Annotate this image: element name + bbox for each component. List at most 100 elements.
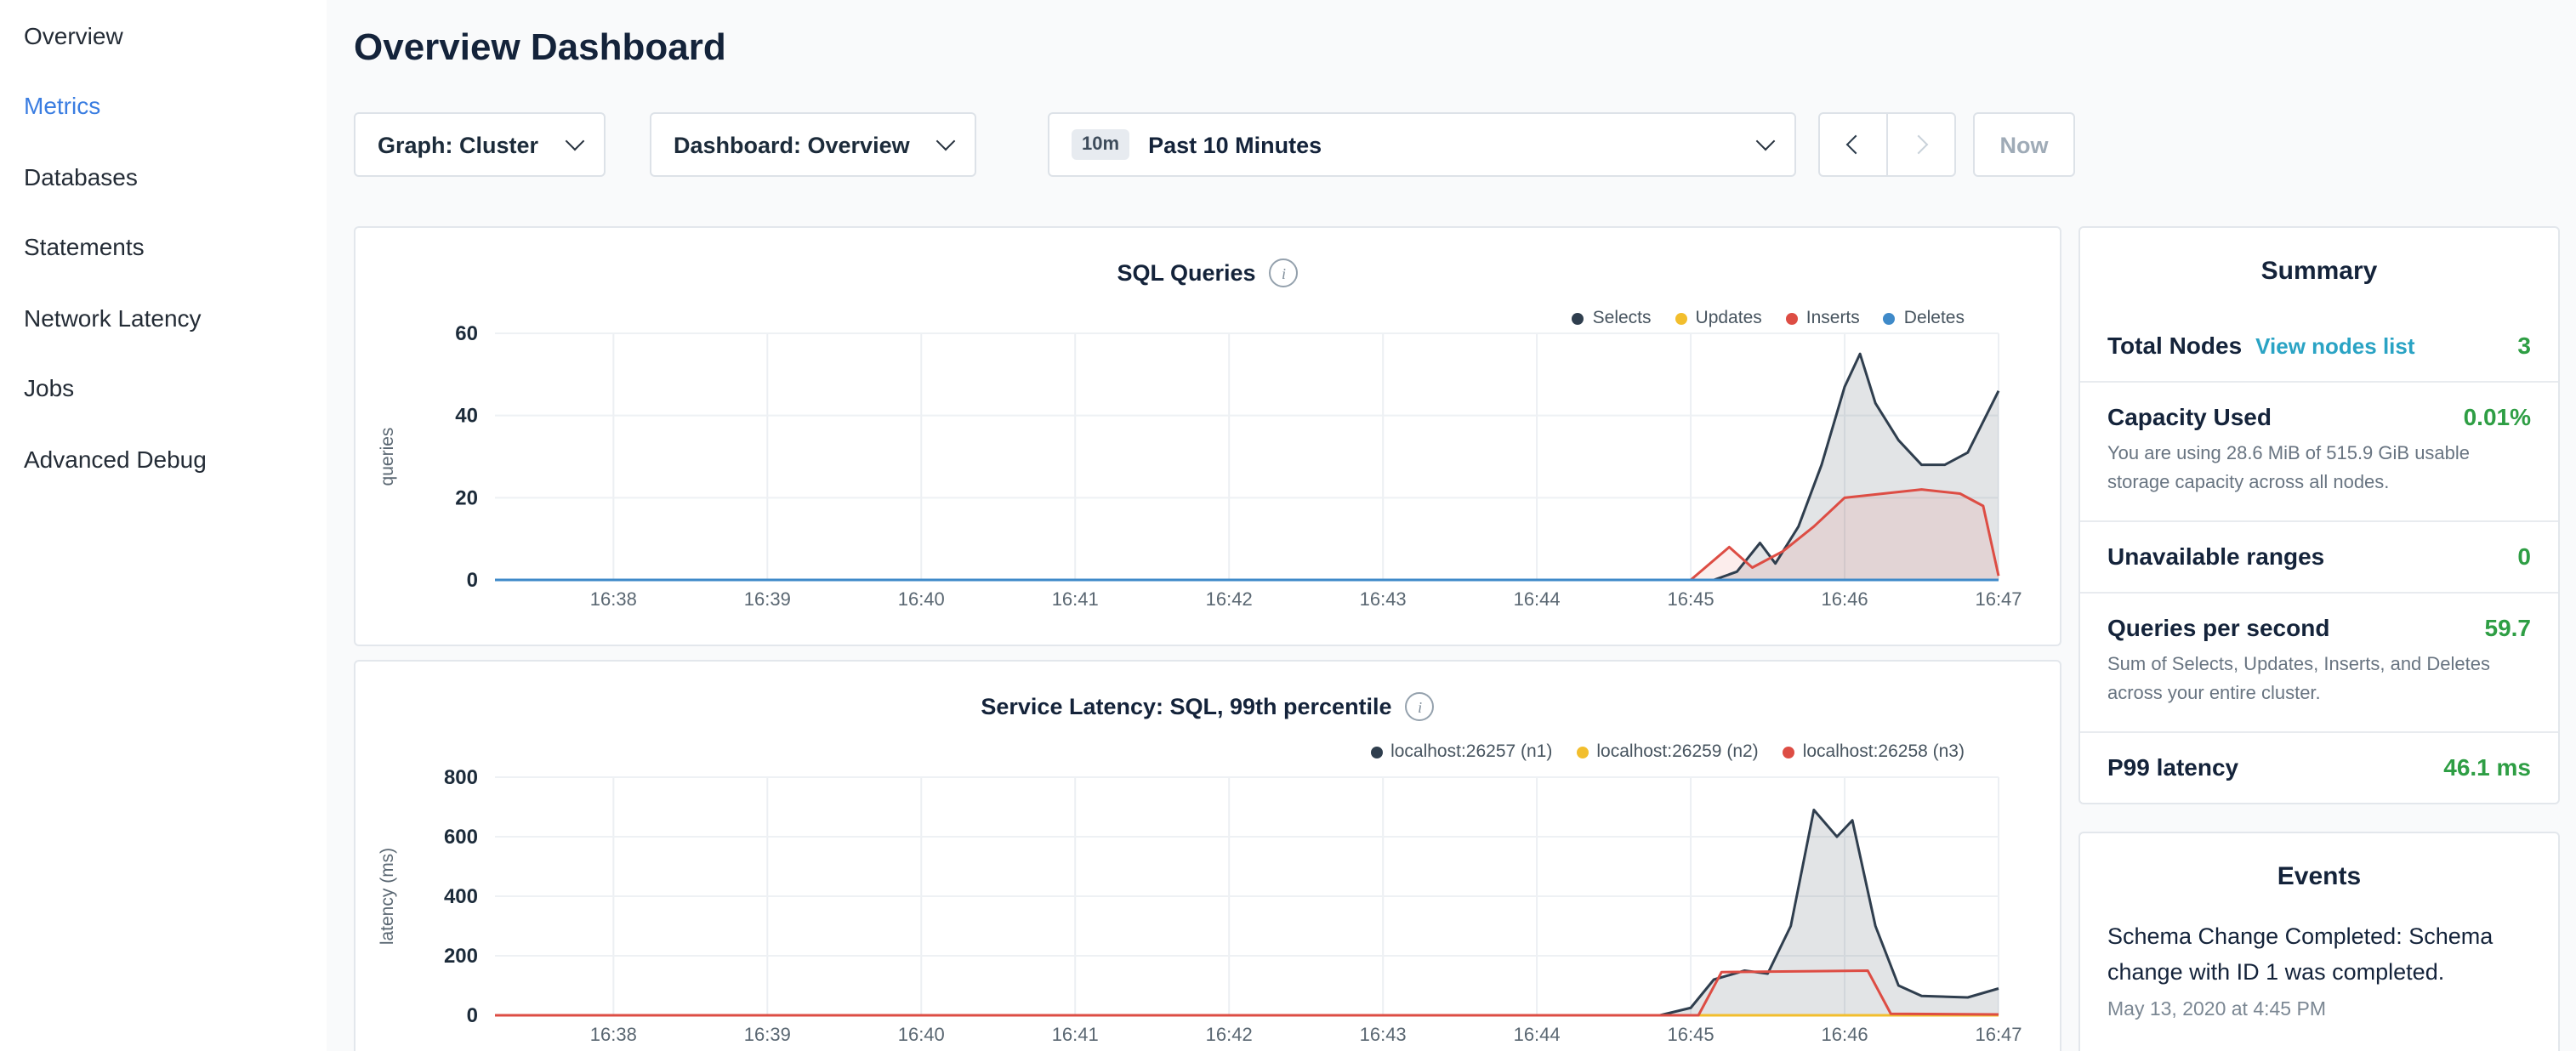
- svg-text:16:43: 16:43: [1360, 1024, 1407, 1045]
- legend-dot-icon: [1675, 312, 1687, 324]
- sidebar-item-overview[interactable]: Overview: [0, 0, 327, 71]
- summary-label: Capacity Used: [2107, 403, 2272, 430]
- svg-text:16:41: 16:41: [1052, 1024, 1099, 1045]
- time-step-buttons: [1818, 112, 1956, 177]
- svg-text:16:38: 16:38: [590, 588, 637, 610]
- info-icon[interactable]: i: [1406, 692, 1435, 721]
- svg-text:16:44: 16:44: [1514, 588, 1561, 610]
- svg-text:16:46: 16:46: [1822, 1024, 1868, 1045]
- svg-text:16:40: 16:40: [898, 588, 945, 610]
- summary-row-total-nodes: Total Nodes View nodes list 3: [2080, 311, 2558, 381]
- graph-scope-dropdown[interactable]: Graph: Cluster: [354, 112, 606, 177]
- summary-value: 3: [2517, 332, 2531, 359]
- chevron-left-icon: [1846, 135, 1866, 155]
- summary-value: 59.7: [2485, 614, 2532, 641]
- svg-text:800: 800: [444, 766, 478, 789]
- sidebar-item-network-latency[interactable]: Network Latency: [0, 282, 327, 353]
- sidebar-item-jobs[interactable]: Jobs: [0, 353, 327, 423]
- summary-label: P99 latency: [2107, 753, 2238, 781]
- event-item[interactable]: Schema Change Completed: Schema change w…: [2080, 917, 2558, 1020]
- summary-row-capacity-used: Capacity Used 0.01% You are using 28.6 M…: [2080, 383, 2558, 520]
- summary-label: Queries per second: [2107, 614, 2329, 641]
- service-latency-chart-canvas[interactable]: 16:3816:3916:4016:4116:4216:4316:4416:45…: [355, 757, 2063, 1051]
- svg-text:60: 60: [455, 323, 478, 345]
- svg-text:0: 0: [467, 1004, 478, 1027]
- chart-title: SQL Queries: [1117, 260, 1255, 286]
- info-icon[interactable]: i: [1270, 258, 1299, 287]
- svg-text:16:38: 16:38: [590, 1024, 637, 1045]
- page-title: Overview Dashboard: [354, 26, 2072, 70]
- sql-queries-chart-canvas[interactable]: 16:38 16:39 16:40 16:41 16:42 16:43 16:44 16:45…: [355, 323, 2063, 648]
- summary-label: Total Nodes: [2107, 332, 2242, 359]
- chevron-down-icon: [566, 132, 585, 151]
- chevron-right-icon: [1909, 135, 1929, 155]
- svg-text:200: 200: [444, 945, 478, 968]
- time-back-button[interactable]: [1818, 112, 1888, 177]
- svg-text:latency (ms): latency (ms): [378, 848, 397, 945]
- time-range-badge: 10m: [1072, 129, 1129, 160]
- svg-text:600: 600: [444, 826, 478, 849]
- legend-dot-icon: [1370, 746, 1382, 758]
- chart-title-row: SQL Queries i: [355, 228, 2060, 287]
- event-timestamp: May 13, 2020 at 4:45 PM: [2080, 991, 2558, 1020]
- svg-text:0: 0: [467, 569, 478, 592]
- summary-value: 46.1 ms: [2443, 753, 2531, 781]
- svg-text:16:43: 16:43: [1360, 588, 1407, 610]
- summary-value: 0.01%: [2464, 403, 2531, 430]
- svg-text:16:39: 16:39: [744, 1024, 791, 1045]
- summary-title: Summary: [2080, 228, 2558, 311]
- events-title: Events: [2080, 833, 2558, 917]
- graph-scope-dropdown-label: Graph: Cluster: [378, 132, 538, 157]
- legend-dot-icon: [1576, 746, 1588, 758]
- app-root: Overview Metrics Databases Statements Ne…: [0, 0, 2576, 1051]
- svg-text:400: 400: [444, 885, 478, 908]
- summary-description: You are using 28.6 MiB of 515.9 GiB usab…: [2107, 440, 2531, 498]
- svg-text:16:44: 16:44: [1514, 1024, 1561, 1045]
- svg-text:16:47: 16:47: [1975, 1024, 2022, 1045]
- dashboard-dropdown[interactable]: Dashboard: Overview: [650, 112, 976, 177]
- svg-text:16:40: 16:40: [898, 1024, 945, 1045]
- svg-text:queries: queries: [378, 428, 397, 486]
- time-forward-button[interactable]: [1886, 112, 1956, 177]
- right-column: Summary Total Nodes View nodes list 3 Ca…: [2078, 226, 2560, 1051]
- time-window-selector[interactable]: 10m Past 10 Minutes: [1048, 112, 1796, 177]
- svg-text:16:39: 16:39: [744, 588, 791, 610]
- summary-panel: Summary Total Nodes View nodes list 3 Ca…: [2078, 226, 2560, 804]
- chevron-down-icon: [936, 132, 956, 151]
- summary-row-unavailable-ranges: Unavailable ranges 0: [2080, 522, 2558, 592]
- svg-text:16:45: 16:45: [1668, 588, 1714, 610]
- svg-text:16:42: 16:42: [1206, 588, 1253, 610]
- chart-title-row: Service Latency: SQL, 99th percentile i: [355, 662, 2060, 721]
- events-panel: Events Schema Change Completed: Schema c…: [2078, 832, 2560, 1051]
- sidebar-item-advanced-debug[interactable]: Advanced Debug: [0, 423, 327, 494]
- legend-dot-icon: [1572, 312, 1584, 324]
- svg-text:40: 40: [455, 405, 478, 428]
- service-latency-chart-panel: Service Latency: SQL, 99th percentile i …: [354, 660, 2061, 1051]
- sidebar-item-statements[interactable]: Statements: [0, 212, 327, 282]
- legend-dot-icon: [1783, 746, 1794, 758]
- main-content: Overview Dashboard Graph: Cluster Dashbo…: [354, 0, 2072, 70]
- now-button[interactable]: Now: [1973, 112, 2075, 177]
- summary-row-p99-latency: P99 latency 46.1 ms: [2080, 733, 2558, 803]
- sidebar-item-databases[interactable]: Databases: [0, 141, 327, 212]
- chevron-down-icon: [1756, 132, 1776, 151]
- summary-description: Sum of Selects, Updates, Inserts, and De…: [2107, 651, 2531, 709]
- sql-queries-chart-panel: SQL Queries i SelectsUpdatesInsertsDelet…: [354, 226, 2061, 646]
- toolbar: Graph: Cluster Dashboard: Overview 10m P…: [354, 112, 2075, 177]
- legend-dot-icon: [1786, 312, 1798, 324]
- chart-title: Service Latency: SQL, 99th percentile: [981, 694, 1391, 719]
- svg-text:16:42: 16:42: [1206, 1024, 1253, 1045]
- summary-value: 0: [2517, 543, 2531, 570]
- sidebar: Overview Metrics Databases Statements Ne…: [0, 0, 327, 1051]
- event-message: Schema Change Completed: Schema change w…: [2080, 917, 2558, 991]
- legend-dot-icon: [1884, 312, 1896, 324]
- time-range-label: Past 10 Minutes: [1148, 132, 1322, 157]
- sidebar-item-metrics[interactable]: Metrics: [0, 71, 327, 141]
- svg-text:16:46: 16:46: [1822, 588, 1868, 610]
- svg-text:16:41: 16:41: [1052, 588, 1099, 610]
- dashboard-dropdown-label: Dashboard: Overview: [674, 132, 910, 157]
- summary-row-queries-per-second: Queries per second 59.7 Sum of Selects, …: [2080, 594, 2558, 731]
- view-nodes-list-link[interactable]: View nodes list: [2255, 333, 2414, 359]
- svg-text:16:47: 16:47: [1975, 588, 2022, 610]
- summary-label: Unavailable ranges: [2107, 543, 2324, 570]
